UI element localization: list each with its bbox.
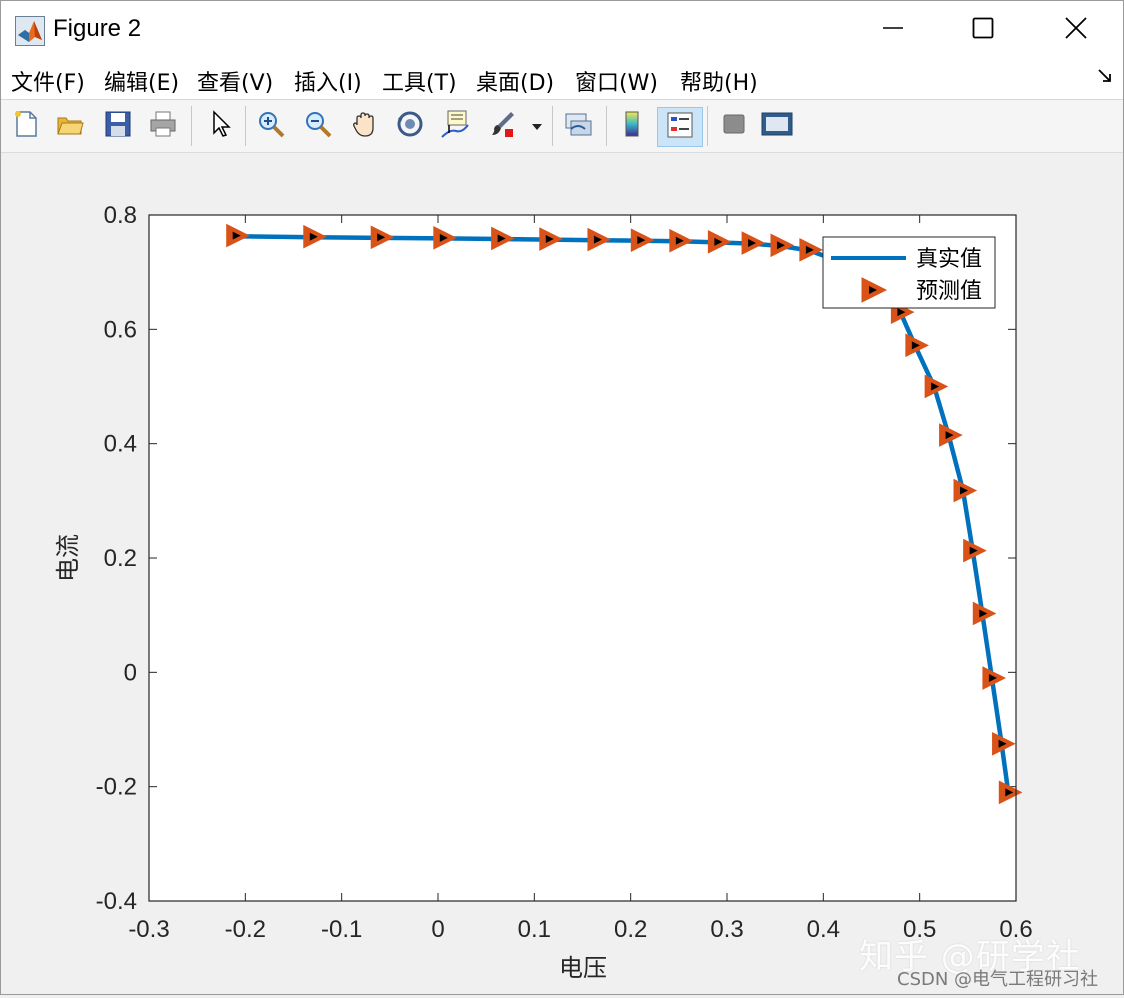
colorbar-icon	[617, 109, 647, 143]
y-tick-label: 0.4	[104, 431, 137, 458]
show-plot-tools-button[interactable]	[760, 109, 794, 143]
y-tick-label: 0.2	[104, 545, 137, 572]
new-figure-button[interactable]	[9, 109, 43, 143]
x-tick-label: 0.3	[710, 916, 743, 943]
legend[interactable]: 真实值 预测值	[822, 236, 996, 309]
colorbar-button[interactable]	[615, 109, 649, 143]
chevron-down-icon	[531, 117, 543, 136]
toolbar-separator	[552, 106, 553, 146]
menu-edit[interactable]: 编辑(E)	[104, 65, 179, 97]
pan-icon	[349, 109, 379, 143]
menu-insert[interactable]: 插入(I)	[294, 65, 362, 97]
x-tick-label: 0.4	[807, 916, 840, 943]
show-plot-tools-icon	[760, 109, 794, 143]
plot-area[interactable]	[149, 215, 1016, 901]
hide-plot-tools-icon	[719, 109, 749, 143]
menu-help[interactable]: 帮助(H)	[680, 65, 758, 97]
x-tick-label: -0.3	[128, 916, 169, 943]
x-axis-label: 电压	[559, 955, 607, 982]
watermark-csdn: CSDN @电气工程研习社	[897, 969, 1099, 990]
open-file-button[interactable]	[53, 109, 87, 143]
save-button[interactable]	[101, 109, 135, 143]
toolbar	[1, 100, 1123, 153]
pan-button[interactable]	[347, 109, 381, 143]
menu-desktop[interactable]: 桌面(D)	[476, 65, 554, 97]
y-tick-label: -0.4	[96, 888, 137, 915]
brush-icon	[487, 109, 517, 143]
x-tick-label: -0.2	[225, 916, 266, 943]
save-icon	[103, 109, 133, 143]
zoom-in-button[interactable]	[254, 109, 288, 143]
minimize-button[interactable]	[863, 9, 923, 51]
pointer-icon	[205, 109, 235, 143]
open-file-icon	[55, 109, 85, 143]
zoom-out-button[interactable]	[301, 109, 335, 143]
dock-arrow-icon[interactable]	[1097, 68, 1113, 89]
brush-dropdown[interactable]	[527, 109, 547, 143]
link-plot-button[interactable]	[561, 109, 595, 143]
rotate-3d-icon	[395, 109, 425, 143]
chart: -0.3 -0.2 -0.1 0 0.1 0.2 0.3 0.4 0.5 0.6-0.4-0.20…	[55, 202, 1033, 982]
maximize-button[interactable]	[953, 9, 1013, 51]
menu-tools[interactable]: 工具(T)	[382, 65, 457, 97]
brush-button[interactable]	[485, 109, 519, 143]
data-cursor-button[interactable]	[438, 109, 472, 143]
legend-label-true: 真实值	[916, 246, 982, 271]
legend-label-pred: 预测值	[916, 278, 982, 303]
x-tick-label: -0.1	[321, 916, 362, 943]
print-icon	[148, 109, 178, 143]
close-icon	[1065, 17, 1087, 43]
window-title: Figure 2	[53, 15, 142, 42]
figure-window: Figure 2 文件(F) 编辑(E) 查看(V) 插入(I) 工具(T) 桌…	[0, 0, 1124, 995]
x-tick-label: 0.1	[518, 916, 551, 943]
y-tick-label: -0.2	[96, 774, 137, 801]
print-button[interactable]	[146, 109, 180, 143]
menu-bar: 文件(F) 编辑(E) 查看(V) 插入(I) 工具(T) 桌面(D) 窗口(W…	[1, 59, 1123, 100]
figure-canvas: -0.3 -0.2 -0.1 0 0.1 0.2 0.3 0.4 0.5 0.6 -0.4 -0.2 0…	[1, 153, 1123, 994]
hide-plot-tools-button[interactable]	[717, 109, 751, 143]
legend-icon	[665, 110, 695, 144]
minimize-icon	[882, 17, 904, 43]
matlab-icon	[15, 16, 45, 46]
y-axis-label: 电流	[55, 534, 82, 582]
x-tick-label: 0	[431, 916, 444, 943]
y-tick-label: 0.8	[104, 202, 137, 229]
zoom-in-icon	[256, 109, 286, 143]
link-plot-icon	[563, 109, 593, 143]
pointer-button[interactable]	[203, 109, 237, 143]
menu-view[interactable]: 查看(V)	[197, 65, 273, 97]
new-figure-icon	[11, 109, 41, 143]
rotate-3d-button[interactable]	[393, 109, 427, 143]
zoom-out-icon	[303, 109, 333, 143]
toolbar-separator	[191, 106, 192, 146]
x-tick-label: 0.2	[614, 916, 647, 943]
y-tick-label: 0.6	[104, 316, 137, 343]
toolbar-separator	[245, 106, 246, 146]
menu-file[interactable]: 文件(F)	[11, 65, 85, 97]
data-cursor-icon	[440, 109, 470, 143]
legend-button[interactable]	[657, 107, 703, 147]
toolbar-separator	[606, 106, 607, 146]
close-button[interactable]	[1046, 9, 1106, 51]
y-tick-label: 0	[124, 659, 137, 686]
title-bar[interactable]: Figure 2	[1, 1, 1123, 59]
toolbar-separator	[707, 106, 708, 146]
menu-window[interactable]: 窗口(W)	[575, 65, 658, 97]
maximize-icon	[972, 17, 994, 43]
